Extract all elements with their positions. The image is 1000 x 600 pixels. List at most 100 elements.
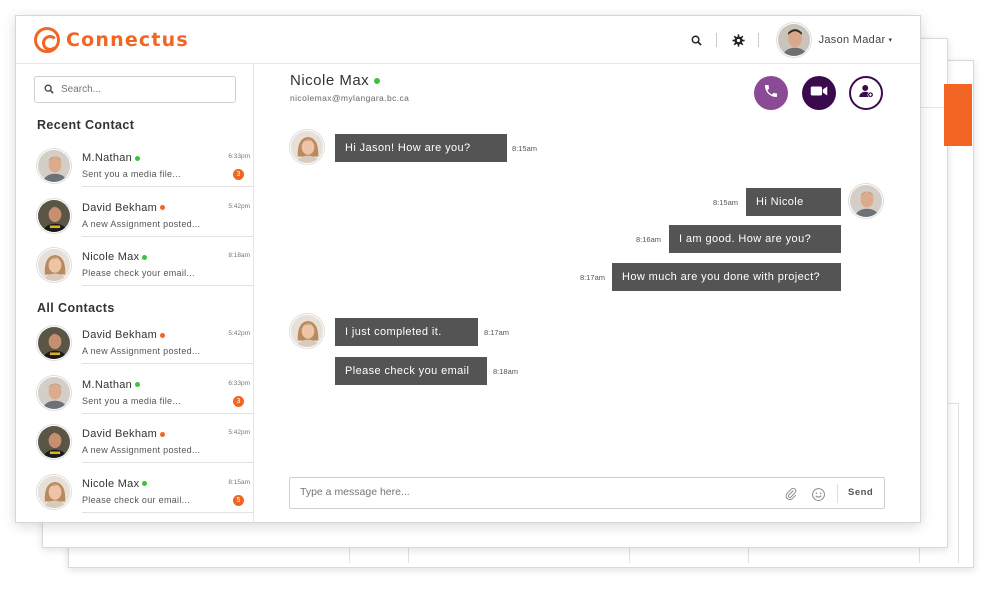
online-status-indicator xyxy=(374,77,381,84)
divider xyxy=(716,33,717,47)
contacts-sidebar: Recent Contact M.Nathan Sent you a media… xyxy=(16,64,254,523)
contact-last-message: Sent you a media file... xyxy=(82,169,181,179)
emoji-icon[interactable] xyxy=(810,486,826,502)
status-indicator xyxy=(142,481,148,486)
search-icon[interactable] xyxy=(688,32,704,48)
search-icon xyxy=(44,81,54,99)
divider xyxy=(82,235,254,237)
contact-name: David Bekham xyxy=(82,201,166,214)
video-camera-icon xyxy=(810,84,828,103)
chat-panel: Nicole Max nicolemax@mylangara.bc.ca Hi … xyxy=(255,64,920,522)
contact-timestamp: 8:15am xyxy=(228,478,250,486)
contact-item[interactable]: David Bekham A new Assignment posted... … xyxy=(16,425,254,474)
status-indicator xyxy=(142,254,148,260)
chat-contact-email: nicolemax@mylangara.bc.ca xyxy=(290,93,410,103)
message-composer: Send xyxy=(289,477,885,509)
message-bubble: I just completed it. xyxy=(335,318,478,346)
video-call-button[interactable] xyxy=(802,76,836,110)
contact-last-message: A new Assignment posted... xyxy=(82,445,201,455)
contact-last-message: Please check our email... xyxy=(82,494,191,505)
contact-name-text: M.Nathan xyxy=(82,378,133,391)
divider xyxy=(82,285,254,286)
message-bubble: Please check you email xyxy=(335,357,487,385)
avatar xyxy=(37,474,71,509)
contact-name-text: David Bekham xyxy=(82,201,158,214)
contact-item[interactable]: Nicole Max Please check our email... 8:1… xyxy=(16,474,254,523)
status-indicator xyxy=(135,155,141,161)
divider xyxy=(82,186,254,187)
all-contacts-heading: All Contacts xyxy=(37,301,115,315)
unread-count-badge: 3 xyxy=(233,395,244,407)
call-button[interactable] xyxy=(754,76,788,110)
divider xyxy=(82,412,254,414)
phone-icon xyxy=(763,83,779,104)
message-timestamp: 8:15am xyxy=(713,198,739,207)
unread-count-badge: 5 xyxy=(233,494,244,506)
divider xyxy=(758,33,759,47)
message-timestamp: 8:17am xyxy=(580,273,606,282)
chat-contact-name: Nicole Max xyxy=(290,72,381,89)
avatar xyxy=(37,425,71,459)
contact-item[interactable]: David Bekham A new Assignment posted... … xyxy=(16,326,254,375)
contact-info-button[interactable] xyxy=(849,76,883,110)
app-title: Connectus xyxy=(66,29,189,51)
contact-timestamp: 8:18am xyxy=(228,252,250,259)
app-logo[interactable]: Connectus xyxy=(34,27,189,53)
avatar xyxy=(37,248,71,282)
contact-timestamp: 5:42pm xyxy=(228,330,250,337)
contact-timestamp: 5:42pm xyxy=(228,202,250,210)
divider xyxy=(837,484,838,503)
contact-timestamp: 5:42pm xyxy=(228,429,250,436)
avatar xyxy=(37,375,71,410)
recent-contacts-heading: Recent Contact xyxy=(37,118,135,132)
message-bubble: Hi Jason! How are you? xyxy=(335,134,507,162)
status-indicator xyxy=(135,382,141,387)
contact-item[interactable]: M.Nathan Sent you a media file... 6:33pm… xyxy=(16,375,254,425)
contact-last-message: A new Assignment posted... xyxy=(82,218,201,229)
user-menu[interactable]: Jason Madar ▾ xyxy=(776,23,892,57)
message-bubble: I am good. How are you? xyxy=(669,225,841,253)
avatar xyxy=(290,314,324,348)
contact-name-text: Nicole Max xyxy=(82,477,140,490)
contact-name-text: Nicole Max xyxy=(82,251,140,263)
contact-item[interactable]: M.Nathan Sent you a media file... 6:33pm… xyxy=(16,149,254,198)
gear-icon[interactable] xyxy=(730,32,746,48)
background-accent xyxy=(944,84,972,146)
avatar xyxy=(37,198,71,233)
contact-last-message: Please check your email... xyxy=(82,268,195,278)
contact-item[interactable]: Nicole Max Please check your email... 8:… xyxy=(16,248,254,297)
message-timestamp: 8:16am xyxy=(636,235,662,244)
unread-count-badge: 3 xyxy=(233,169,244,180)
search-input[interactable] xyxy=(61,84,221,95)
avatar xyxy=(290,130,324,164)
status-indicator xyxy=(160,431,166,437)
message-bubble: How much are you done with project? xyxy=(612,263,841,291)
message-timestamp: 8:18am xyxy=(493,367,519,376)
logo-icon xyxy=(34,27,60,53)
contact-timestamp: 6:33pm xyxy=(228,379,250,387)
user-name: Jason Madar xyxy=(818,34,886,46)
divider xyxy=(82,363,254,364)
avatar xyxy=(37,326,71,360)
contact-item[interactable]: David Bekham A new Assignment posted... … xyxy=(16,198,254,248)
contact-name: David Bekham xyxy=(82,428,166,440)
contact-last-message: Sent you a media file... xyxy=(82,395,181,406)
status-indicator xyxy=(160,205,166,210)
chevron-down-icon: ▾ xyxy=(888,37,892,44)
send-button[interactable]: Send xyxy=(848,487,873,498)
divider xyxy=(82,462,254,463)
contact-timestamp: 6:33pm xyxy=(228,153,250,160)
app-window: Connectus Jason Madar ▾ Recent Contact xyxy=(15,15,921,523)
search-box[interactable] xyxy=(34,76,236,103)
message-timestamp: 8:15am xyxy=(512,144,538,153)
contact-name: M.Nathan xyxy=(82,378,141,391)
message-input[interactable] xyxy=(300,486,770,498)
avatar xyxy=(849,184,883,218)
contact-name-text: Nicole Max xyxy=(290,72,370,89)
paperclip-icon[interactable] xyxy=(783,486,799,502)
top-bar: Connectus Jason Madar ▾ xyxy=(16,16,920,64)
contact-name: M.Nathan xyxy=(82,152,141,164)
contact-name: Nicole Max xyxy=(82,251,148,263)
status-indicator xyxy=(160,332,166,338)
divider xyxy=(82,511,254,513)
